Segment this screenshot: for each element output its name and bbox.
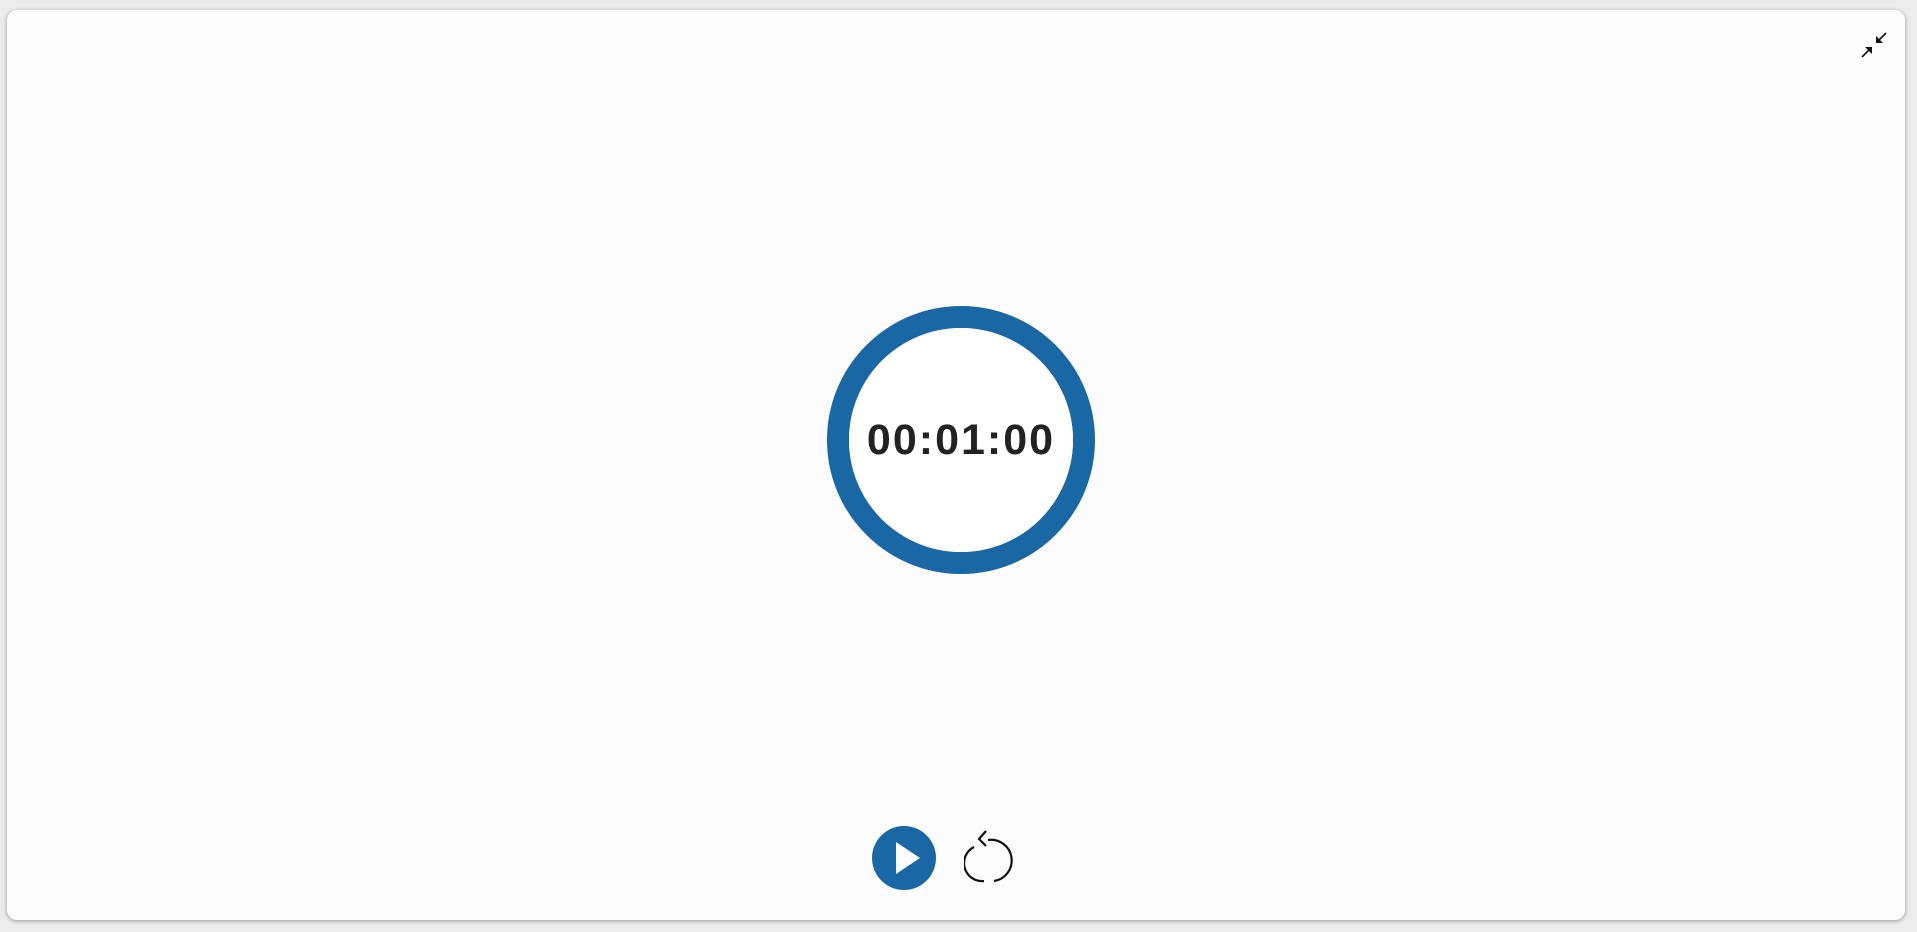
exit-fullscreen-icon (1861, 32, 1887, 58)
reset-icon (964, 830, 1013, 883)
reset-button[interactable] (962, 826, 1022, 890)
exit-fullscreen-button[interactable] (1858, 29, 1890, 61)
play-icon (896, 842, 920, 874)
play-button[interactable] (872, 826, 936, 890)
timer-ring: 00:01:00 (820, 299, 1102, 581)
time-display: 00:01:00 (866, 415, 1056, 464)
timer-controls (872, 823, 1022, 893)
timer-panel: 00:01:00 (7, 10, 1905, 920)
